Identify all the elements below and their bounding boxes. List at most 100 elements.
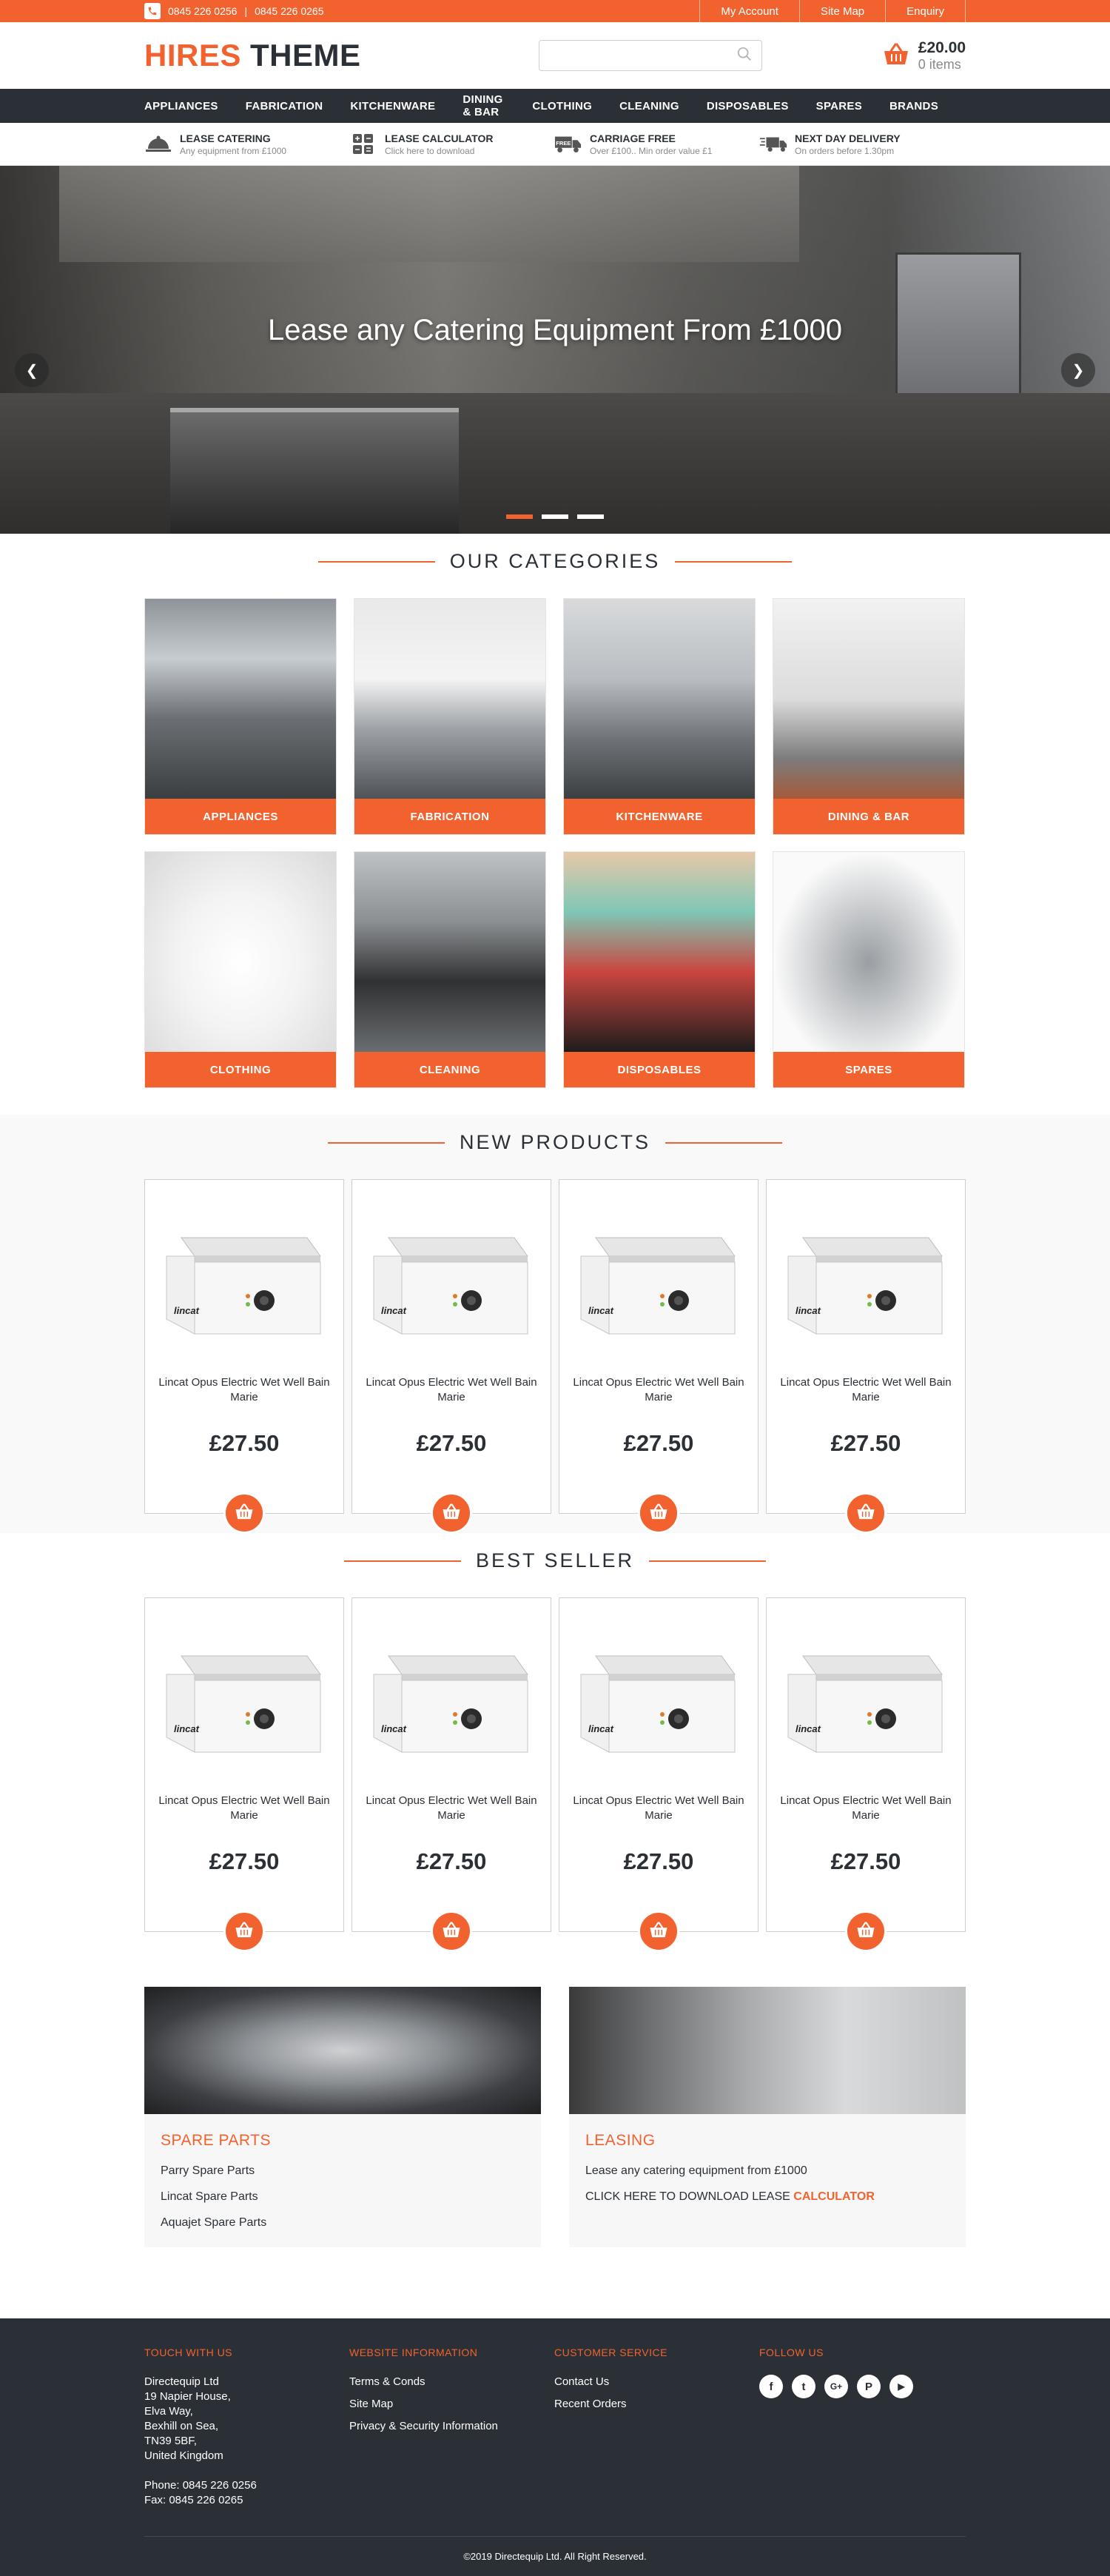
product-brand: lincat <box>381 1305 407 1316</box>
product-image[interactable]: lincat <box>366 1641 536 1760</box>
leasing-image[interactable] <box>569 1987 966 2114</box>
add-to-cart-button[interactable] <box>845 1911 887 1952</box>
delivery-truck-icon <box>759 133 787 155</box>
category-card-cleaning[interactable]: CLEANING <box>354 851 546 1088</box>
usp-carriage-free[interactable]: FREE CARRIAGE FREE Over £100.. Min order … <box>554 133 759 156</box>
my-account-link[interactable]: My Account <box>699 0 799 22</box>
mini-cart[interactable]: £20.00 0 items <box>883 39 966 73</box>
product-card[interactable]: lincat Lincat Opus Electric Wet Well Bai… <box>352 1179 551 1534</box>
title-rule <box>675 560 793 563</box>
category-card-disposables[interactable]: DISPOSABLES <box>563 851 756 1088</box>
google-plus-icon[interactable]: G+ <box>824 2375 848 2398</box>
slider-dot-2[interactable] <box>542 514 568 519</box>
section-title: OUR CATEGORIES <box>144 550 966 573</box>
spare-parts-link-lincat[interactable]: Lincat Spare Parts <box>161 2190 525 2204</box>
nav-appliances[interactable]: APPLIANCES <box>144 100 218 113</box>
category-card-kitchenware[interactable]: KITCHENWARE <box>563 598 756 835</box>
search-input[interactable] <box>539 41 736 70</box>
add-to-cart-button[interactable] <box>223 1911 265 1952</box>
footer-link-recent-orders[interactable]: Recent Orders <box>554 2397 759 2412</box>
nav-kitchenware[interactable]: KITCHENWARE <box>350 100 435 113</box>
nav-brands[interactable]: BRANDS <box>889 100 938 113</box>
nav-disposables[interactable]: DISPOSABLES <box>707 100 789 113</box>
nav-dining-bar[interactable]: DINING & BAR <box>462 93 505 118</box>
footer-link-privacy[interactable]: Privacy & Security Information <box>349 2419 554 2434</box>
slider-dot-3[interactable] <box>577 514 604 519</box>
footer-link-contact[interactable]: Contact Us <box>554 2375 759 2389</box>
product-card[interactable]: lincat Lincat Opus Electric Wet Well Bai… <box>766 1597 966 1952</box>
enquiry-link[interactable]: Enquiry <box>885 0 966 22</box>
product-name[interactable]: Lincat Opus Electric Wet Well Bain Marie <box>145 1794 343 1823</box>
site-logo[interactable]: HIRES THEME <box>144 38 361 73</box>
title-rule <box>343 1560 461 1562</box>
usp-lease-calculator[interactable]: LEASE CALCULATOR Click here to download <box>349 133 554 156</box>
phone-number-2[interactable]: 0845 226 0265 <box>255 5 323 17</box>
promo-section: SPARE PARTS Parry Spare Parts Lincat Spa… <box>0 1951 1110 2298</box>
nav-cleaning[interactable]: CLEANING <box>619 100 679 113</box>
basket-icon <box>856 1503 875 1524</box>
basket-icon[interactable] <box>883 42 909 70</box>
product-name[interactable]: Lincat Opus Electric Wet Well Bain Marie <box>767 1375 965 1405</box>
add-to-cart-button[interactable] <box>223 1492 265 1534</box>
product-name[interactable]: Lincat Opus Electric Wet Well Bain Marie <box>352 1794 551 1823</box>
product-image[interactable]: lincat <box>159 1641 329 1760</box>
product-price: £27.50 <box>830 1848 901 1874</box>
product-card[interactable]: lincat Lincat Opus Electric Wet Well Bai… <box>559 1597 758 1952</box>
product-card[interactable]: lincat Lincat Opus Electric Wet Well Bai… <box>766 1179 966 1534</box>
add-to-cart-button[interactable] <box>431 1911 472 1952</box>
product-image[interactable]: lincat <box>574 1641 744 1760</box>
product-name[interactable]: Lincat Opus Electric Wet Well Bain Marie <box>559 1375 758 1405</box>
product-name[interactable]: Lincat Opus Electric Wet Well Bain Marie <box>767 1794 965 1823</box>
nav-fabrication[interactable]: FABRICATION <box>246 100 323 113</box>
product-card[interactable]: lincat Lincat Opus Electric Wet Well Bai… <box>144 1179 344 1534</box>
nav-spares[interactable]: SPARES <box>816 100 862 113</box>
hero-slider[interactable]: Lease any Catering Equipment From £1000 … <box>0 166 1110 534</box>
add-to-cart-button[interactable] <box>431 1492 472 1534</box>
nav-clothing[interactable]: CLOTHING <box>532 100 592 113</box>
category-card-clothing[interactable]: CLOTHING <box>144 851 337 1088</box>
youtube-icon[interactable]: ▶ <box>889 2375 913 2398</box>
pinterest-icon[interactable]: P <box>857 2375 881 2398</box>
category-card-dining-bar[interactable]: DINING & BAR <box>773 598 965 835</box>
leasing-calculator-line: CLICK HERE TO DOWNLOAD LEASE CALCULATOR <box>585 2190 949 2204</box>
usp-title: CARRIAGE FREE <box>590 133 676 144</box>
usp-lease-catering[interactable]: LEASE CATERING Any equipment from £1000 <box>144 133 349 156</box>
facebook-icon[interactable]: f <box>759 2375 783 2398</box>
category-card-fabrication[interactable]: FABRICATION <box>354 598 546 835</box>
usp-next-day-delivery[interactable]: NEXT DAY DELIVERY On orders before 1.30pm <box>759 133 964 156</box>
slider-dot-1[interactable] <box>506 514 533 519</box>
product-card[interactable]: lincat Lincat Opus Electric Wet Well Bai… <box>144 1597 344 1952</box>
category-card-spares[interactable]: SPARES <box>773 851 965 1088</box>
product-card[interactable]: lincat Lincat Opus Electric Wet Well Bai… <box>559 1179 758 1534</box>
phone-number-1[interactable]: 0845 226 0256 <box>168 5 237 17</box>
spare-parts-image[interactable] <box>144 1987 541 2114</box>
footer-phone[interactable]: Phone: 0845 226 0256 <box>144 2478 349 2493</box>
add-to-cart-button[interactable] <box>638 1911 679 1952</box>
product-image[interactable]: lincat <box>574 1223 744 1341</box>
section-title: BEST SELLER <box>144 1549 966 1572</box>
copyright-bar: ©2019 Directequip Ltd. All Right Reserve… <box>0 2536 1110 2576</box>
product-name[interactable]: Lincat Opus Electric Wet Well Bain Marie <box>559 1794 758 1823</box>
product-image[interactable]: lincat <box>366 1223 536 1341</box>
spare-parts-link-aquajet[interactable]: Aquajet Spare Parts <box>161 2216 525 2230</box>
product-image[interactable]: lincat <box>781 1641 951 1760</box>
footer-link-site-map[interactable]: Site Map <box>349 2397 554 2412</box>
add-to-cart-button[interactable] <box>845 1492 887 1534</box>
footer-link-terms[interactable]: Terms & Conds <box>349 2375 554 2389</box>
search-icon[interactable] <box>736 46 753 66</box>
product-image[interactable]: lincat <box>781 1223 951 1341</box>
twitter-icon[interactable]: t <box>792 2375 815 2398</box>
product-name[interactable]: Lincat Opus Electric Wet Well Bain Marie <box>352 1375 551 1405</box>
slider-next-button[interactable]: ❯ <box>1061 353 1095 387</box>
product-image[interactable]: lincat <box>159 1223 329 1341</box>
product-name[interactable]: Lincat Opus Electric Wet Well Bain Marie <box>145 1375 343 1405</box>
lease-calculator-link[interactable]: CALCULATOR <box>793 2190 875 2203</box>
product-card[interactable]: lincat Lincat Opus Electric Wet Well Bai… <box>352 1597 551 1952</box>
category-card-appliances[interactable]: APPLIANCES <box>144 598 337 835</box>
spare-parts-list: Parry Spare Parts Lincat Spare Parts Aqu… <box>161 2164 525 2230</box>
add-to-cart-button[interactable] <box>638 1492 679 1534</box>
basket-icon <box>649 1503 668 1524</box>
site-map-link[interactable]: Site Map <box>798 0 885 22</box>
slider-prev-button[interactable]: ❮ <box>15 353 49 387</box>
spare-parts-link-parry[interactable]: Parry Spare Parts <box>161 2164 525 2178</box>
